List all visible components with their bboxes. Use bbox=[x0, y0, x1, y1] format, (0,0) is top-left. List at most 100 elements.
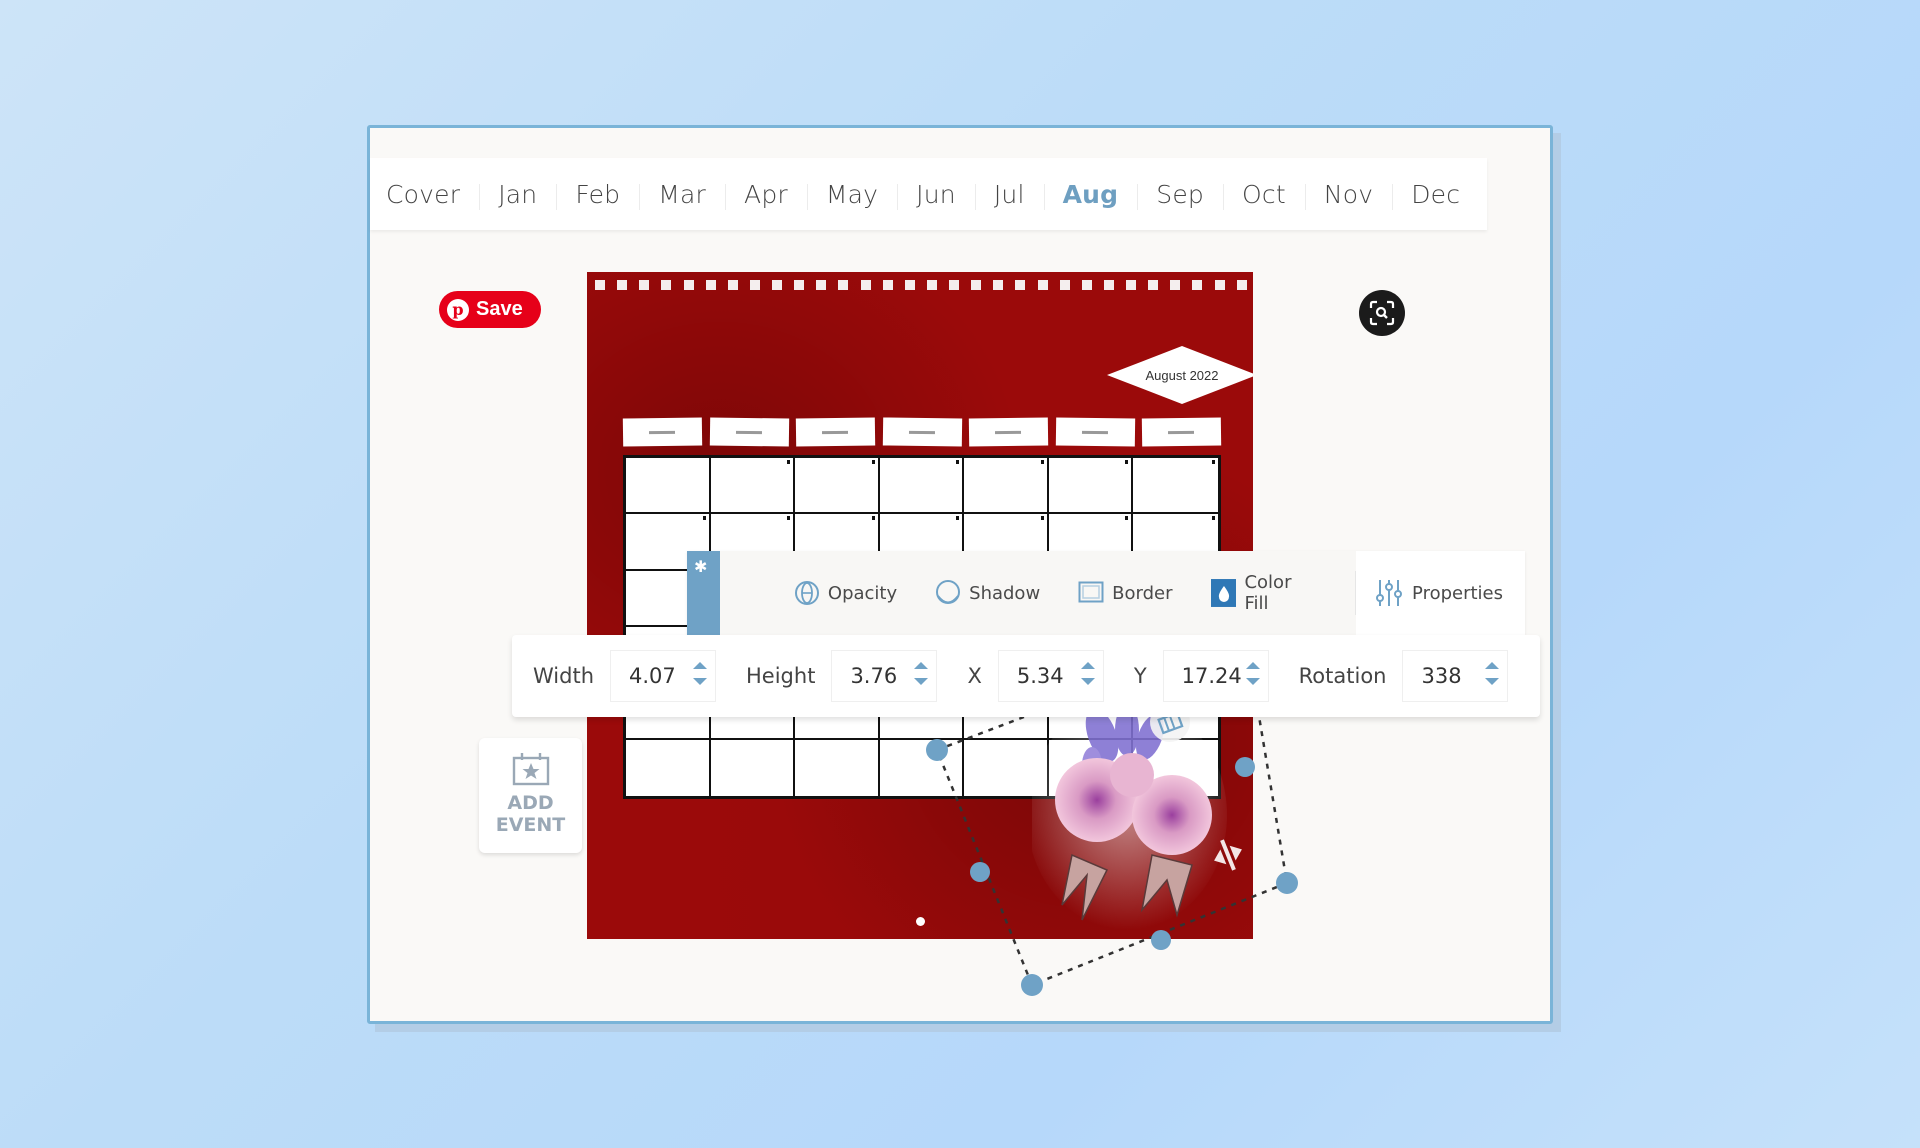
day-cell[interactable] bbox=[964, 458, 1049, 515]
width-field[interactable]: 4.07 bbox=[610, 650, 717, 702]
day-cell[interactable] bbox=[626, 458, 711, 515]
day-cell[interactable] bbox=[626, 739, 711, 796]
x-label: X bbox=[967, 664, 982, 688]
opacity-label: Opacity bbox=[827, 582, 898, 604]
tab-aug[interactable]: Aug bbox=[1043, 180, 1138, 210]
day-cell[interactable] bbox=[879, 458, 965, 515]
tab-mar[interactable]: Mar bbox=[639, 180, 725, 210]
day-cell[interactable] bbox=[710, 458, 796, 515]
spiral-hole bbox=[705, 280, 716, 290]
rotation-field[interactable]: 338 bbox=[1402, 650, 1509, 702]
decrement-icon[interactable] bbox=[693, 678, 708, 685]
day-number-mark bbox=[702, 516, 706, 521]
visual-search-icon bbox=[1369, 300, 1395, 326]
flower-clipart[interactable] bbox=[1032, 705, 1227, 930]
spiral-hole bbox=[838, 280, 849, 290]
spiral-hole bbox=[1236, 280, 1247, 290]
spiral-hole bbox=[971, 280, 982, 290]
pinterest-save-label: Save bbox=[476, 298, 523, 320]
day-number-mark bbox=[1040, 516, 1044, 521]
increment-icon[interactable] bbox=[1485, 662, 1500, 669]
add-event-button[interactable]: ADD EVENT bbox=[479, 738, 582, 853]
day-number-mark bbox=[871, 516, 875, 521]
height-value: 3.76 bbox=[850, 664, 898, 688]
day-number-mark bbox=[1211, 516, 1215, 521]
spiral-hole bbox=[1148, 280, 1159, 290]
visual-search-button[interactable] bbox=[1359, 290, 1405, 336]
y-stepper[interactable] bbox=[1245, 662, 1260, 685]
increment-icon[interactable] bbox=[1080, 662, 1095, 669]
rotation-value: 338 bbox=[1421, 664, 1462, 688]
properties-button[interactable]: Properties bbox=[1356, 551, 1525, 635]
y-value: 17.24 bbox=[1181, 664, 1242, 688]
color-fill-button[interactable]: Color Fill bbox=[1210, 572, 1322, 614]
tab-may[interactable]: May bbox=[806, 180, 897, 210]
effects-toolbar: ✱ Opacity Shadow Border Color Fill Prope… bbox=[687, 551, 1525, 635]
weekday-label-box bbox=[882, 417, 962, 447]
border-button[interactable]: Border bbox=[1078, 581, 1173, 605]
rotation-stepper[interactable] bbox=[1485, 662, 1500, 685]
increment-icon[interactable] bbox=[693, 662, 708, 669]
properties-bar: Width 4.07 Height 3.76 X 5.34 Y 17.24 Ro… bbox=[512, 635, 1540, 717]
pinterest-icon: p bbox=[447, 298, 469, 321]
day-cell[interactable] bbox=[795, 458, 880, 515]
day-cell[interactable] bbox=[1133, 458, 1218, 515]
pin-toolbar-tab[interactable]: ✱ bbox=[687, 551, 720, 635]
day-number-mark bbox=[1211, 460, 1215, 464]
weekday-label-box bbox=[795, 417, 875, 447]
tab-oct[interactable]: Oct bbox=[1223, 180, 1305, 210]
spiral-hole bbox=[1059, 280, 1070, 290]
width-value: 4.07 bbox=[629, 664, 676, 688]
add-event-line1: ADD bbox=[507, 792, 554, 814]
border-icon bbox=[1078, 581, 1104, 603]
day-number-mark bbox=[1040, 460, 1044, 464]
height-field[interactable]: 3.76 bbox=[831, 650, 938, 702]
x-field[interactable]: 5.34 bbox=[997, 650, 1104, 702]
width-stepper[interactable] bbox=[693, 662, 708, 685]
y-field[interactable]: 17.24 bbox=[1162, 650, 1269, 702]
spiral-hole bbox=[1170, 280, 1181, 290]
spiral-hole bbox=[1214, 280, 1225, 290]
spiral-hole bbox=[794, 280, 805, 290]
decrement-icon[interactable] bbox=[914, 678, 929, 685]
tab-jun[interactable]: Jun bbox=[897, 180, 975, 210]
decrement-icon[interactable] bbox=[1080, 678, 1095, 685]
weekday-label-box bbox=[1142, 417, 1222, 447]
increment-icon[interactable] bbox=[914, 662, 929, 669]
pinterest-save-button[interactable]: p Save bbox=[439, 291, 541, 328]
tab-dec[interactable]: Dec bbox=[1392, 180, 1479, 210]
rotation-label: Rotation bbox=[1298, 664, 1387, 688]
day-number-mark bbox=[1125, 460, 1129, 464]
day-cell[interactable] bbox=[795, 739, 880, 796]
spiral-hole bbox=[683, 280, 694, 290]
x-stepper[interactable] bbox=[1080, 662, 1095, 685]
pin-icon: ✱ bbox=[694, 557, 708, 576]
tab-nov[interactable]: Nov bbox=[1304, 180, 1392, 210]
tab-feb[interactable]: Feb bbox=[556, 180, 639, 210]
sliders-icon bbox=[1376, 580, 1403, 606]
spiral-hole bbox=[1015, 280, 1026, 290]
x-value: 5.34 bbox=[1016, 664, 1064, 688]
increment-icon[interactable] bbox=[1245, 662, 1260, 669]
tab-jul[interactable]: Jul bbox=[974, 180, 1044, 210]
width-label: Width bbox=[533, 664, 595, 688]
decrement-icon[interactable] bbox=[1245, 678, 1260, 685]
shadow-button[interactable]: Shadow bbox=[935, 579, 1040, 607]
spiral-hole bbox=[1126, 280, 1136, 290]
spiral-hole bbox=[926, 280, 937, 290]
day-cell[interactable] bbox=[711, 739, 796, 796]
spiral-hole bbox=[772, 280, 782, 290]
day-cell[interactable] bbox=[1048, 458, 1134, 515]
day-number-mark bbox=[956, 460, 960, 464]
opacity-button[interactable]: Opacity bbox=[794, 580, 897, 606]
calendar-star-icon bbox=[512, 753, 549, 786]
tab-apr[interactable]: Apr bbox=[725, 180, 807, 210]
tab-jan[interactable]: Jan bbox=[479, 180, 556, 210]
month-title-badge[interactable]: August 2022 bbox=[1107, 346, 1253, 404]
decrement-icon[interactable] bbox=[1485, 678, 1500, 685]
tab-sep[interactable]: Sep bbox=[1137, 180, 1223, 210]
day-cell[interactable] bbox=[880, 739, 965, 796]
spiral-hole bbox=[639, 280, 650, 290]
height-stepper[interactable] bbox=[914, 662, 929, 685]
tab-cover[interactable]: Cover bbox=[386, 180, 479, 209]
